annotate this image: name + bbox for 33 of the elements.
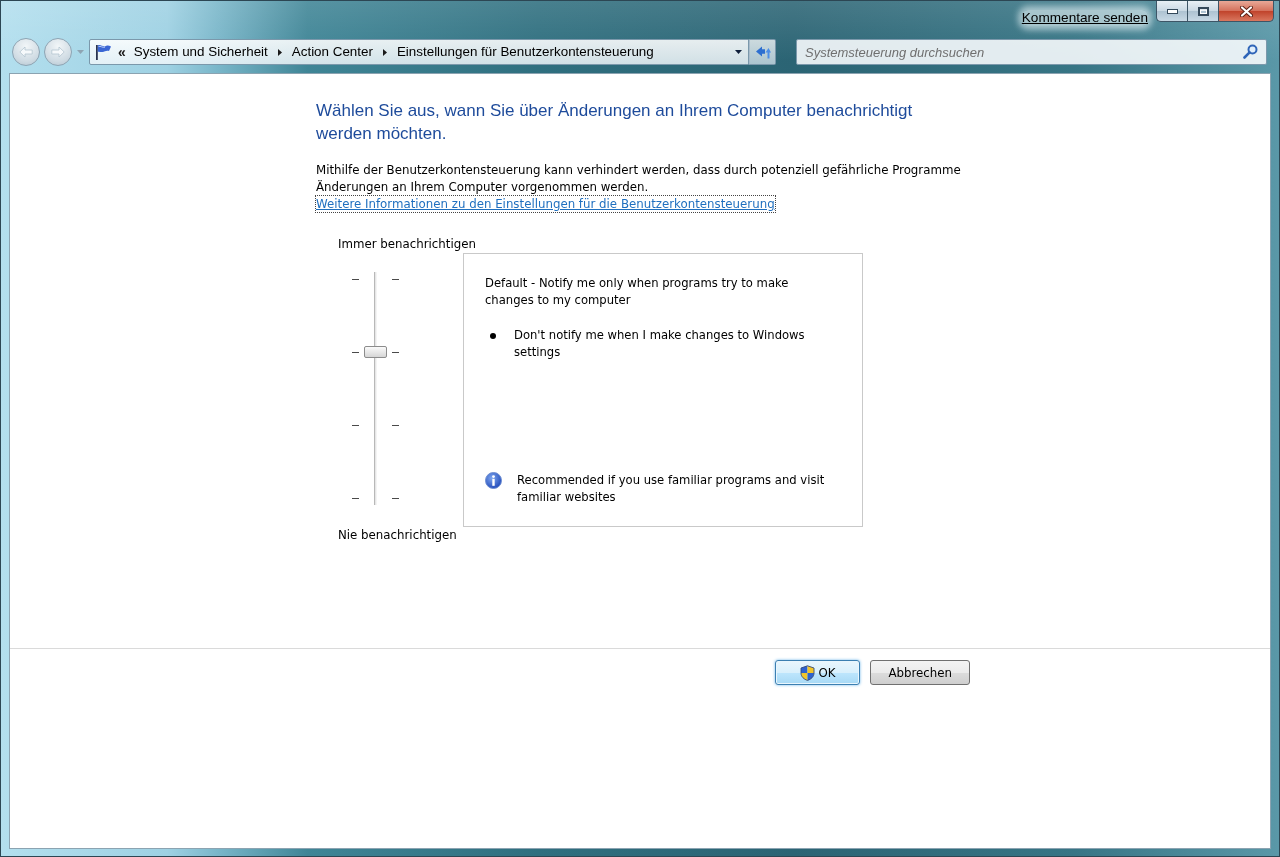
bullet-icon — [490, 333, 496, 339]
dialog-button[interactable]: Abbrechen — [870, 660, 970, 685]
dialog-button[interactable]: OK — [775, 660, 861, 685]
page-heading: Wählen Sie aus, wann Sie über Änderungen an Ihrem Computer benachrichtigt werden möchten. — [316, 100, 914, 145]
minimize-button[interactable] — [1156, 1, 1187, 22]
caret-down-icon[interactable] — [734, 50, 742, 54]
description-text: Mithilfe der Benutzerkontensteuerung kann verhindert werden, dass durch potenziell gefährliche Programme Änderungen an Ihrem Computer vorgenommen werden. — [316, 162, 962, 196]
breadcrumb-item[interactable]: Einstellungen für Benutzerkontensteuerung — [396, 44, 654, 60]
info-icon — [485, 472, 502, 489]
maximize-icon[interactable] — [1197, 6, 1209, 16]
close-icon[interactable] — [1239, 5, 1253, 17]
more-info-link[interactable]: Weitere Informationen zu den Einstellungen für die Benutzerkontensteuerung — [316, 196, 775, 212]
maximize-button[interactable] — [1187, 1, 1219, 22]
feedback-link[interactable]: Kommentare senden — [1021, 10, 1148, 26]
info-note: Recommended if you use familiar programs and visit familiar websites — [517, 472, 826, 506]
flag-icon — [95, 44, 112, 60]
caret-right-icon[interactable] — [277, 48, 282, 56]
address-bar[interactable]: « System und Sicherheit Action Center Einstellungen für Benutzerkontensteuerung — [89, 39, 749, 65]
overflow-chevrons[interactable]: « — [118, 44, 126, 60]
minimize-icon[interactable] — [1166, 8, 1178, 14]
slider-label: Immer benachrichtigen — [338, 236, 476, 253]
breadcrumb-item[interactable]: Action Center — [291, 44, 373, 60]
close-button[interactable] — [1219, 1, 1274, 22]
breadcrumb-item[interactable]: System und Sicherheit — [133, 44, 268, 60]
search-field[interactable]: Systemsteuerung durchsuchen — [796, 39, 1267, 65]
slider-label: Nie benachrichtigen — [338, 527, 457, 544]
search-icon[interactable] — [1243, 44, 1258, 59]
caret-right-icon[interactable] — [382, 48, 387, 56]
info-title: Default - Notify me only when programs try to make changes to my computer — [485, 275, 790, 309]
shield-icon[interactable] — [800, 664, 816, 681]
bullet-text: Don't notify me when I make changes to Windows settings — [514, 327, 806, 361]
slider-thumb[interactable] — [364, 346, 387, 358]
two-arrows-icon[interactable] — [754, 45, 771, 59]
